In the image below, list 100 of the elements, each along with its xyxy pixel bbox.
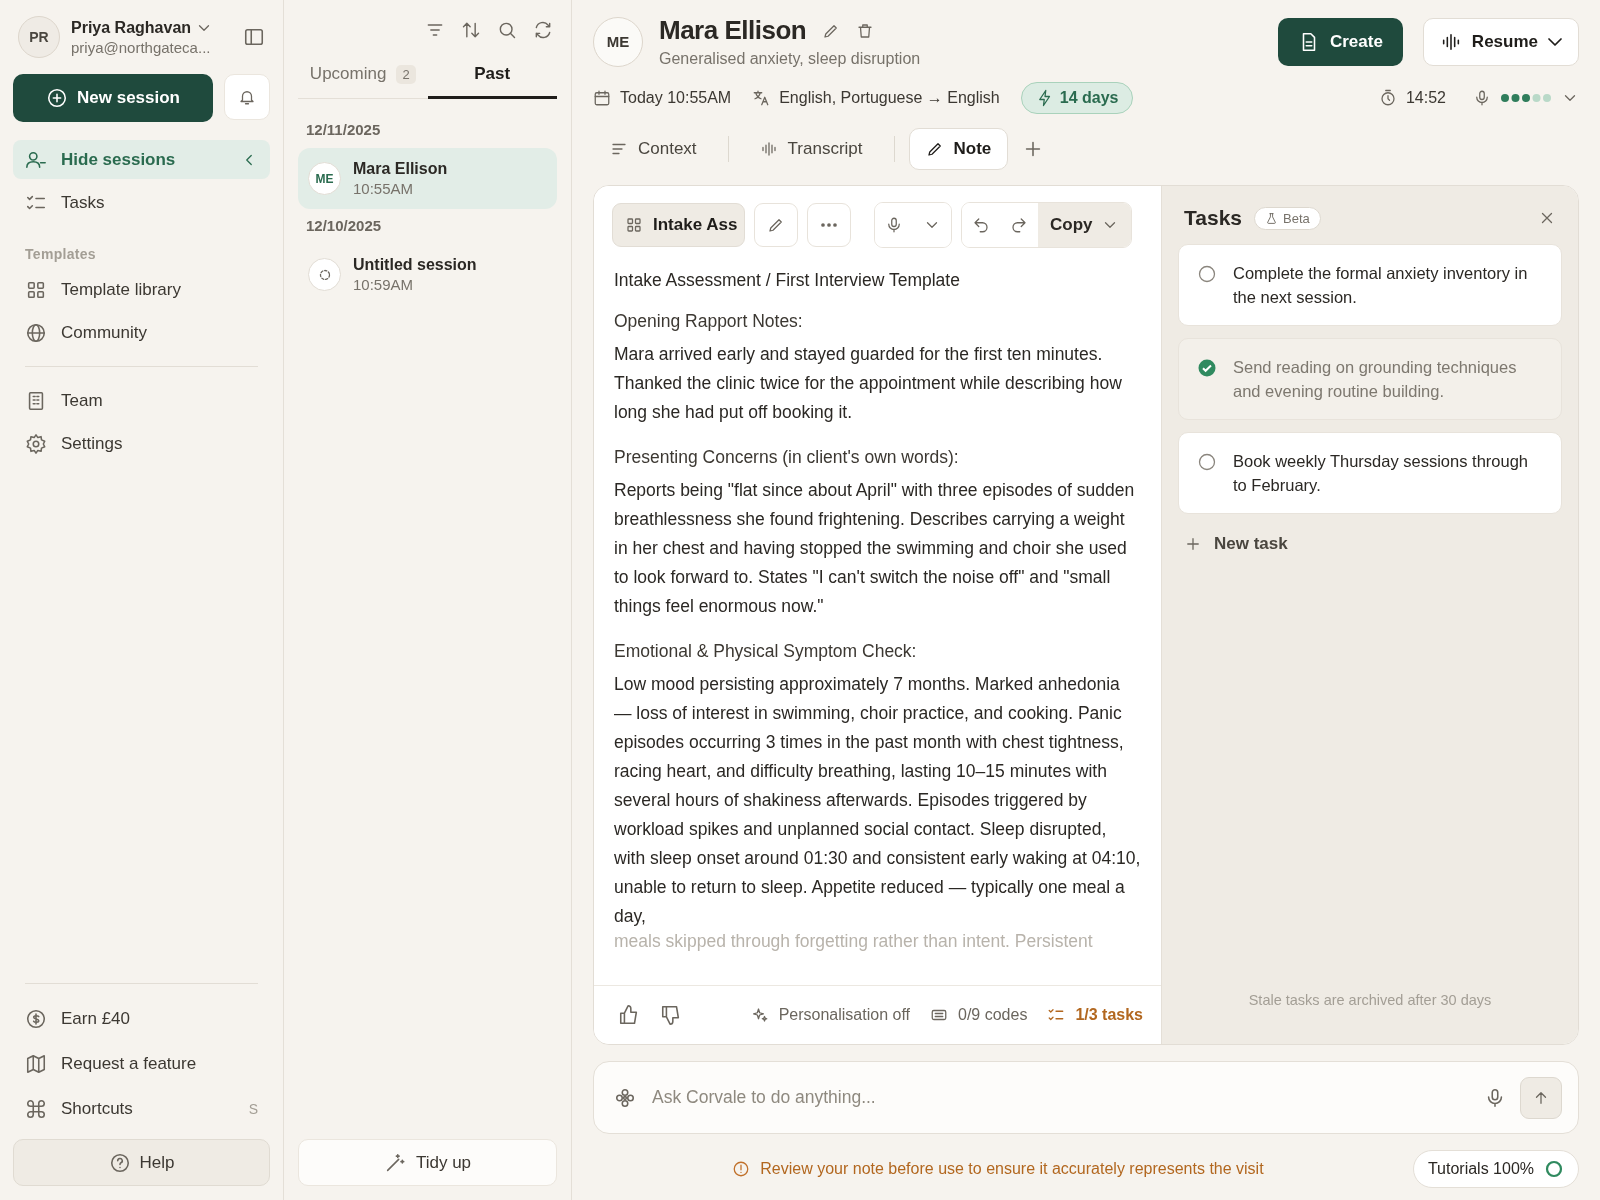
flower-icon	[614, 1086, 636, 1109]
tasks-link[interactable]: 1/3 tasks	[1047, 1006, 1143, 1024]
tutorials-button[interactable]: Tutorials 100%	[1412, 1150, 1579, 1188]
template-button[interactable]: Intake Ass	[612, 203, 745, 247]
new-task-button[interactable]: New task	[1178, 526, 1294, 562]
archive-note: Stale tasks are archived after 30 days	[1248, 992, 1492, 1008]
edit-button[interactable]	[754, 203, 798, 247]
codes-link[interactable]: 0/9 codes	[930, 1006, 1028, 1024]
notifications-button[interactable]	[224, 74, 270, 120]
note-paragraph: Reports being "flat since about April" with three episodes of sudden breathlessness she found frightening. Describes carrying a weight in her chest and having stopped the swimming and choir she used to look forward to. States "I can't switch the noise off" and "small things feel enormous now."	[614, 479, 1136, 618]
search-icon[interactable]	[497, 20, 517, 40]
chevron-down-icon	[1548, 37, 1562, 46]
sort-icon[interactable]	[461, 20, 481, 40]
sidebar-item[interactable]: Tasks	[13, 183, 270, 222]
task-card[interactable]: Complete the formal anxiety inventory in the next session.	[1178, 244, 1562, 326]
session-time: 10:59AM	[353, 276, 415, 293]
assistant-field[interactable]: Ask Corvale to do anything...	[593, 1061, 1579, 1134]
tab[interactable]: Note	[908, 128, 1009, 170]
tab[interactable]: Transcript	[742, 128, 880, 170]
help-button[interactable]: Help	[13, 1139, 270, 1186]
session-languages[interactable]: English, Portuguese → English	[779, 89, 1000, 107]
plus-circle-icon	[46, 87, 68, 109]
section-heading: Presenting Concerns (in client's own words):	[614, 447, 960, 468]
task-card[interactable]: Send reading on grounding techniques and evening routine building.	[1178, 338, 1562, 420]
assistant-input[interactable]: Ask Corvale to do anything...	[650, 1086, 1470, 1109]
thumbs-up-icon[interactable]	[618, 1004, 640, 1026]
session-name: Untitled session	[353, 256, 477, 274]
translate-icon	[752, 89, 771, 107]
personalisation-toggle[interactable]: Personalisation off	[750, 1006, 910, 1024]
sidebar-item[interactable]: Template library	[13, 270, 270, 309]
map-icon	[25, 1052, 47, 1075]
resume-button[interactable]: Resume	[1422, 17, 1579, 66]
refresh-icon[interactable]	[533, 20, 553, 40]
tab[interactable]: Past	[427, 56, 557, 99]
session-avatar: ME	[308, 162, 341, 195]
tidy-up-button[interactable]: Tidy up	[298, 1139, 557, 1186]
retention-badge: 14 days	[1020, 82, 1134, 114]
session-date: Today 10:55AM	[620, 89, 732, 107]
client-avatar: ME	[593, 16, 643, 67]
send-button[interactable]	[1520, 1076, 1562, 1119]
tab[interactable]: Upcoming 2	[298, 56, 428, 99]
section-heading: Templates	[25, 246, 97, 262]
globe-icon	[25, 321, 47, 344]
plus-icon	[1184, 535, 1202, 553]
bell-icon	[238, 88, 256, 106]
shortcut-key: S	[248, 1100, 258, 1117]
date-heading: 12/11/2025	[306, 121, 382, 138]
trash-icon[interactable]	[856, 21, 875, 40]
task-checkbox[interactable]	[1197, 452, 1217, 472]
flask-icon	[1265, 211, 1278, 225]
progress-ring	[1544, 1159, 1564, 1179]
create-button[interactable]: Create	[1277, 17, 1403, 66]
tab[interactable]: Context	[593, 128, 714, 170]
undo-icon	[972, 216, 990, 234]
sidebar-item[interactable]: Team	[13, 381, 270, 420]
task-text: Send reading on grounding techniques and evening routine building.	[1233, 357, 1518, 402]
session-item[interactable]: Untitled session 10:59AM	[298, 244, 557, 305]
task-checkbox[interactable]	[1197, 264, 1217, 284]
session-item[interactable]: ME Mara Ellison 10:55AM	[298, 148, 557, 209]
thumbs-down-icon[interactable]	[660, 1004, 682, 1026]
timer-icon	[1378, 89, 1397, 107]
calendar-icon	[593, 89, 611, 107]
waveform-icon	[759, 140, 778, 158]
review-notice: Review your note before use to ensure it accurately represents the visit	[760, 1160, 1264, 1178]
note-title: Intake Assessment / First Interview Template	[614, 270, 961, 291]
sidebar-item[interactable]: Settings	[13, 424, 270, 463]
sidebar-link[interactable]: Earn £40	[13, 998, 270, 1039]
section-heading: Opening Rapport Notes:	[614, 311, 804, 332]
note-paragraph: Mara arrived early and stayed guarded for the first ten minutes. Thanked the clinic twice for the appointment while describing how long she had put off booking it.	[614, 343, 1123, 424]
copy-button[interactable]: Copy	[1038, 203, 1131, 247]
grid-icon	[625, 216, 643, 234]
sidebar-link[interactable]: Request a feature	[13, 1043, 270, 1084]
redo-icon	[1010, 216, 1028, 234]
client-summary: Generalised anxiety, sleep disruption	[659, 50, 921, 68]
session-name: Mara Ellison	[353, 160, 448, 178]
new-session-button[interactable]: New session	[13, 74, 213, 122]
sidebar-toggle-icon[interactable]	[243, 26, 265, 48]
sidebar-item[interactable]: Hide sessions	[13, 140, 270, 179]
note-paragraph: Low mood persisting approximately 7 months. Marked anhedonia — loss of interest in swimming, choir practice, and cooking. Panic episodes occurring 3 times in the past month with chest tightness, racing heart, and difficulty breathing, lasting 10–15 minutes with several hours of shakiness afterwards. Episodes triggered by workload spikes and unplanned social contact. Sleep disrupted, with sleep onset around 01:30 and consistent early waking at 04:10, unable to return to sleep. Appetite reduced — typically one meal a day,	[614, 673, 1141, 928]
microphone-icon	[885, 216, 903, 234]
task-text: Book weekly Thursday sessions through to February.	[1233, 451, 1530, 496]
task-checkbox[interactable]	[1197, 358, 1217, 378]
beta-badge: Beta	[1254, 206, 1321, 230]
user-name[interactable]: Priya Raghavan	[71, 18, 192, 37]
client-name: Mara Ellison	[659, 15, 807, 46]
sidebar-item[interactable]: Community	[13, 313, 270, 352]
task-card[interactable]: Book weekly Thursday sessions through to February.	[1178, 432, 1562, 514]
session-time: 10:55AM	[353, 180, 415, 197]
date-heading: 12/10/2025	[306, 217, 383, 234]
section-heading: Emotional & Physical Symptom Check:	[614, 641, 918, 662]
pencil-icon	[925, 140, 944, 158]
help-icon	[108, 1151, 131, 1174]
more-icon	[821, 223, 837, 227]
warning-icon	[732, 1160, 751, 1178]
note-paragraph: meals skipped through forgetting rather than intent. Persistent	[614, 931, 1094, 952]
coin-icon	[25, 1007, 47, 1030]
microphone-icon	[1473, 89, 1491, 107]
sidebar-link[interactable]: Shortcuts S	[13, 1088, 270, 1129]
user-email: priya@northgateca...	[71, 38, 212, 56]
timer: 14:52	[1405, 89, 1446, 107]
